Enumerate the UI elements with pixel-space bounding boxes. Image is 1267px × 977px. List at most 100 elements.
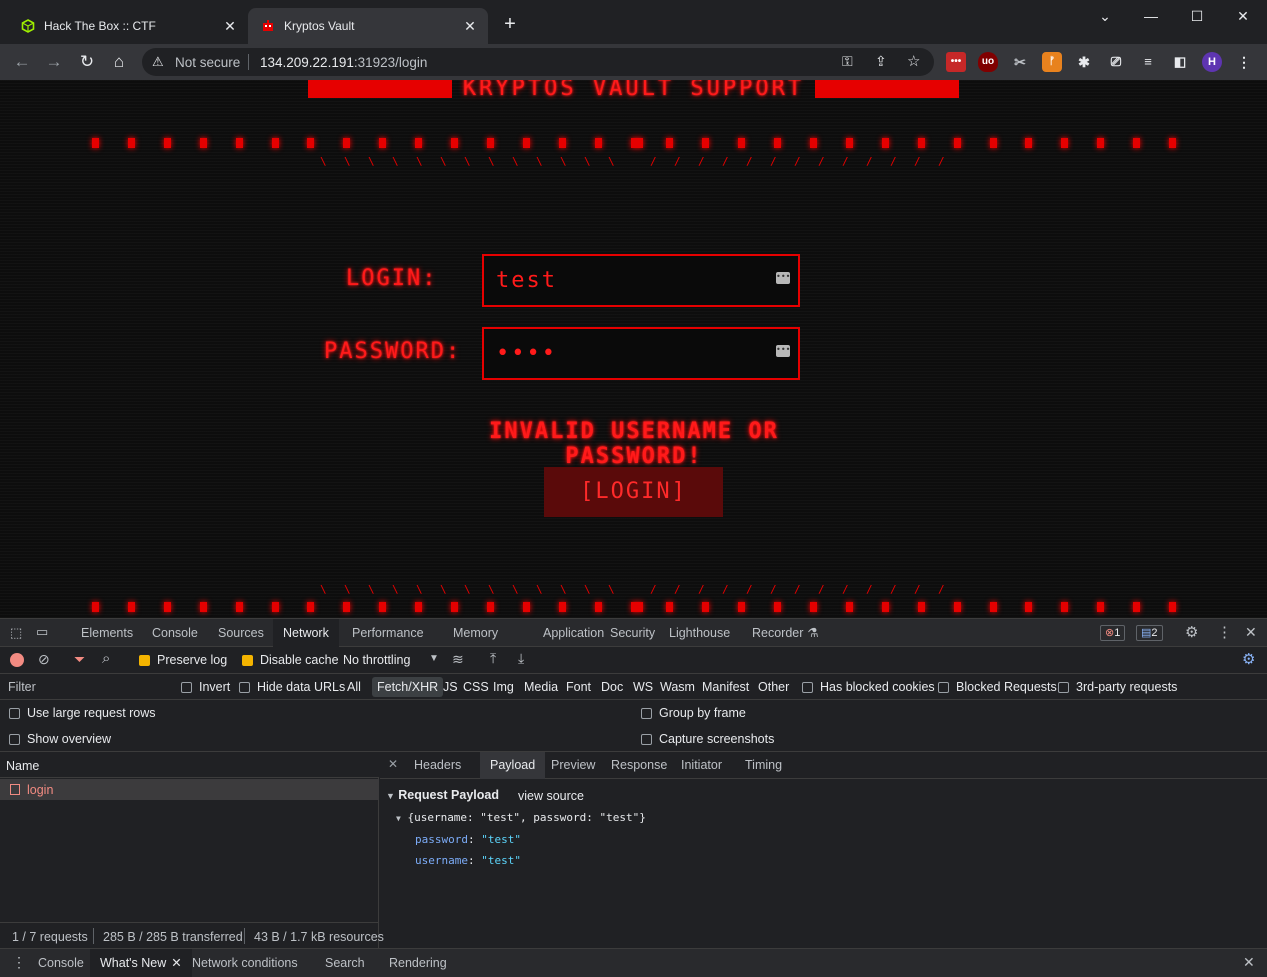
- detail-tab-timing[interactable]: Timing: [735, 752, 792, 779]
- forward-icon[interactable]: →: [42, 50, 66, 74]
- preserve-log-checkbox[interactable]: [139, 653, 150, 667]
- detail-tab-response[interactable]: Response: [601, 752, 677, 779]
- close-devtools-icon[interactable]: ✕: [1245, 624, 1257, 641]
- share-icon[interactable]: ⇪: [875, 53, 887, 70]
- password-input[interactable]: •••• •••: [482, 327, 800, 380]
- type-filter-all[interactable]: All: [342, 677, 366, 697]
- blocked-requests-checkbox[interactable]: [938, 680, 949, 694]
- close-detail-icon[interactable]: ✕: [388, 757, 398, 771]
- tab-console[interactable]: Console: [142, 619, 208, 647]
- disable-cache-checkbox[interactable]: [242, 653, 253, 667]
- home-icon[interactable]: ⌂: [107, 50, 131, 74]
- autofill-icon[interactable]: •••: [776, 345, 790, 357]
- export-har-icon[interactable]: ⤓: [518, 650, 524, 667]
- profile-avatar[interactable]: H: [1202, 52, 1222, 72]
- tab-elements[interactable]: Elements: [71, 619, 143, 647]
- view-source-link[interactable]: view source: [518, 789, 584, 803]
- close-tab-icon[interactable]: ✕: [222, 18, 238, 34]
- side-panel-icon[interactable]: ◧: [1170, 52, 1190, 72]
- detail-tab-payload[interactable]: Payload: [480, 752, 546, 779]
- type-filter-ws[interactable]: WS: [628, 677, 658, 697]
- payload-object[interactable]: ▼ {username: "test", password: "test"}: [396, 811, 646, 824]
- type-filter-fetch-xhr[interactable]: Fetch/XHR: [372, 677, 444, 697]
- name-column-header[interactable]: Name: [6, 759, 39, 773]
- tab-sources[interactable]: Sources: [208, 619, 274, 647]
- extension-lastpass-icon[interactable]: •••: [946, 52, 966, 72]
- type-filter-media[interactable]: Media: [519, 677, 563, 697]
- cast-icon[interactable]: ⎚: [1106, 52, 1126, 72]
- key-icon[interactable]: ⚿: [842, 53, 853, 70]
- type-filter-wasm[interactable]: Wasm: [655, 677, 700, 697]
- new-tab-button[interactable]: +: [500, 14, 520, 34]
- table-row[interactable]: login: [0, 779, 379, 800]
- clear-icon[interactable]: ⊘: [38, 651, 50, 668]
- filter-input[interactable]: Filter: [4, 678, 168, 696]
- type-filter-doc[interactable]: Doc: [596, 677, 628, 697]
- invert-checkbox[interactable]: [181, 680, 192, 694]
- url[interactable]: 134.209.22.191:31923/login: [260, 55, 427, 70]
- type-filter-manifest[interactable]: Manifest: [697, 677, 754, 697]
- detail-tab-headers[interactable]: Headers: [404, 752, 471, 779]
- close-tab-icon[interactable]: ✕: [171, 956, 181, 970]
- capture-screenshots-checkbox[interactable]: [641, 732, 652, 746]
- tab-search-icon[interactable]: ⌄: [1082, 4, 1128, 28]
- close-tab-icon[interactable]: ✕: [462, 18, 478, 34]
- throttling-select[interactable]: No throttling: [343, 653, 410, 667]
- large-rows-checkbox[interactable]: [9, 706, 20, 720]
- extension-metamask-icon[interactable]: ᚠ: [1042, 52, 1062, 72]
- drawer-tab-what-s-new[interactable]: What's New ✕: [90, 949, 192, 977]
- record-icon[interactable]: [10, 653, 24, 667]
- bookmark-star-icon[interactable]: ☆: [907, 52, 920, 70]
- search-icon[interactable]: ⌕: [102, 650, 110, 667]
- show-overview-checkbox[interactable]: [9, 732, 20, 746]
- tab-security[interactable]: Security: [600, 619, 665, 647]
- payload-section[interactable]: ▼ Request Payload: [386, 788, 499, 802]
- drawer-tab-rendering[interactable]: Rendering: [379, 949, 457, 977]
- security-label[interactable]: Not secure: [175, 55, 240, 70]
- drawer-menu-icon[interactable]: ⋮: [12, 954, 26, 971]
- tab-performance[interactable]: Performance: [342, 619, 434, 647]
- address-bar[interactable]: ⚠ Not secure 134.209.22.191:31923/login …: [142, 48, 934, 76]
- login-button[interactable]: [LOGIN]: [544, 467, 723, 517]
- detail-tab-preview[interactable]: Preview: [541, 752, 605, 779]
- close-window-button[interactable]: ✕: [1220, 4, 1266, 28]
- warning-icon[interactable]: ⚠: [152, 54, 164, 70]
- has-blocked-cookies-checkbox[interactable]: [802, 680, 813, 694]
- minimize-button[interactable]: —: [1128, 4, 1174, 28]
- back-icon[interactable]: ←: [10, 50, 34, 74]
- type-filter-font[interactable]: Font: [561, 677, 596, 697]
- network-conditions-icon[interactable]: ≋: [452, 651, 464, 668]
- type-filter-other[interactable]: Other: [753, 677, 794, 697]
- login-input[interactable]: test •••: [482, 254, 800, 307]
- device-toolbar-icon[interactable]: ▭: [36, 624, 48, 640]
- type-filter-img[interactable]: Img: [488, 677, 519, 697]
- errors-badge[interactable]: ⊗1: [1100, 625, 1126, 641]
- tab-hackthebox[interactable]: Hack The Box :: CTF ✕: [8, 8, 248, 44]
- drawer-tab-network-conditions[interactable]: Network conditions: [182, 949, 308, 977]
- filter-icon[interactable]: ⏷: [74, 651, 85, 668]
- extension-ublock-icon[interactable]: uo: [978, 52, 998, 72]
- autofill-icon[interactable]: •••: [776, 272, 790, 284]
- drawer-tab-search[interactable]: Search: [315, 949, 375, 977]
- network-settings-gear-icon[interactable]: ⚙: [1242, 650, 1255, 668]
- third-party-checkbox[interactable]: [1058, 680, 1069, 694]
- chrome-menu-icon[interactable]: ⋮: [1234, 52, 1254, 72]
- extensions-puzzle-icon[interactable]: ✱: [1074, 52, 1094, 72]
- hide-data-urls-checkbox[interactable]: [239, 680, 250, 694]
- tab-recorder[interactable]: Recorder ⚗: [742, 619, 829, 647]
- extension-scissors-icon[interactable]: ✂: [1010, 52, 1030, 72]
- reload-icon[interactable]: ↻: [75, 50, 99, 74]
- maximize-button[interactable]: ☐: [1174, 4, 1220, 28]
- chevron-down-icon[interactable]: ▼: [429, 653, 439, 664]
- devtools-menu-icon[interactable]: ⋮: [1217, 623, 1232, 641]
- tab-lighthouse[interactable]: Lighthouse: [659, 619, 740, 647]
- messages-badge[interactable]: ▤2: [1136, 625, 1163, 641]
- close-drawer-icon[interactable]: ✕: [1243, 954, 1255, 971]
- detail-tab-initiator[interactable]: Initiator: [671, 752, 732, 779]
- group-by-frame-checkbox[interactable]: [641, 706, 652, 720]
- reading-list-icon[interactable]: ≡: [1138, 52, 1158, 72]
- inspect-element-icon[interactable]: ⬚: [10, 625, 22, 641]
- drawer-tab-console[interactable]: Console: [28, 949, 94, 977]
- settings-gear-icon[interactable]: ⚙: [1185, 623, 1198, 641]
- tab-memory[interactable]: Memory: [443, 619, 508, 647]
